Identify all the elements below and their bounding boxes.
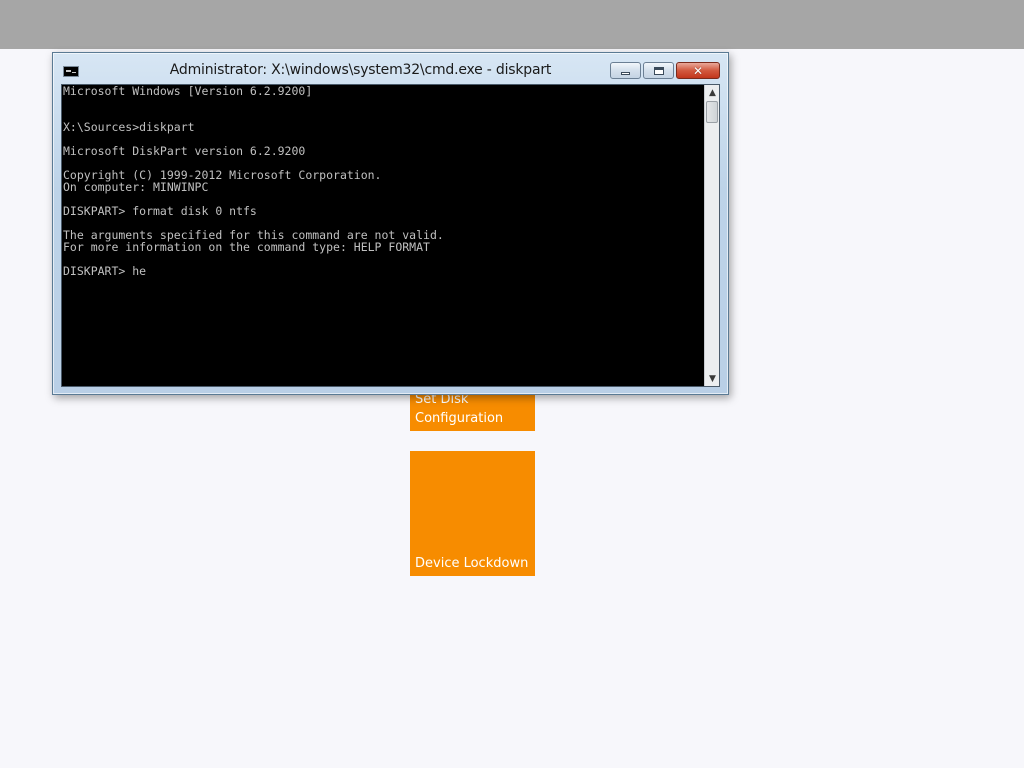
close-button[interactable]: ✕ bbox=[676, 62, 720, 79]
window-titlebar[interactable]: Administrator: X:\windows\system32\cmd.e… bbox=[53, 53, 728, 85]
tile-device-lockdown[interactable]: Device Lockdown bbox=[410, 451, 535, 576]
window-title: Administrator: X:\windows\system32\cmd.e… bbox=[169, 62, 552, 78]
console-area[interactable]: Microsoft Windows [Version 6.2.9200] X:\… bbox=[61, 84, 720, 387]
vertical-scrollbar[interactable]: ▲ ▼ bbox=[704, 85, 719, 386]
caption-buttons: ✕ bbox=[610, 62, 720, 80]
maximize-button[interactable] bbox=[643, 62, 674, 79]
cmd-window: Administrator: X:\windows\system32\cmd.e… bbox=[52, 52, 729, 395]
tile-label: Device Lockdown bbox=[415, 556, 529, 571]
tile-label: Set Disk Configuration bbox=[415, 392, 504, 426]
top-bar bbox=[0, 0, 1024, 49]
minimize-icon bbox=[621, 72, 630, 75]
minimize-button[interactable] bbox=[610, 62, 641, 79]
scroll-down-icon[interactable]: ▼ bbox=[705, 371, 719, 386]
scroll-up-icon[interactable]: ▲ bbox=[705, 85, 719, 100]
cmd-icon[interactable] bbox=[63, 66, 79, 77]
scrollbar-thumb[interactable] bbox=[706, 101, 718, 123]
maximize-icon bbox=[653, 66, 664, 75]
console-output[interactable]: Microsoft Windows [Version 6.2.9200] X:\… bbox=[63, 85, 703, 385]
close-icon: ✕ bbox=[692, 63, 704, 78]
